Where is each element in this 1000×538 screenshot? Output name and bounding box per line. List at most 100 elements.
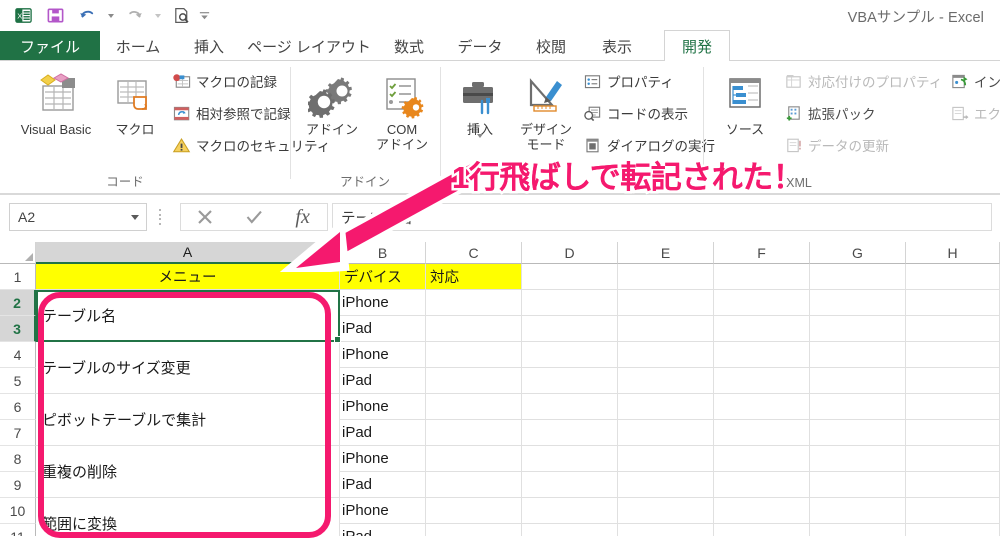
cell-C4[interactable]: [426, 342, 522, 368]
expansion-packs-button[interactable]: 拡張パック: [784, 103, 876, 123]
cell-E9[interactable]: [618, 472, 714, 498]
cell-F6[interactable]: [714, 394, 810, 420]
column-header-G[interactable]: G: [810, 242, 906, 264]
cell-B11[interactable]: iPad: [340, 524, 426, 536]
row-header-1[interactable]: 1: [0, 264, 36, 290]
undo-dropdown-icon[interactable]: [104, 3, 117, 28]
cell-H6[interactable]: [906, 394, 1000, 420]
cell-G4[interactable]: [810, 342, 906, 368]
row-header-5[interactable]: 5: [0, 368, 36, 394]
cell-C2[interactable]: [426, 290, 522, 316]
cell-G7[interactable]: [810, 420, 906, 446]
cell-D6[interactable]: [522, 394, 618, 420]
cell-D8[interactable]: [522, 446, 618, 472]
cell-H3[interactable]: [906, 316, 1000, 342]
view-code-button[interactable]: コードの表示: [583, 103, 688, 123]
cell-F2[interactable]: [714, 290, 810, 316]
export-button[interactable]: エクスポート: [950, 103, 1000, 123]
cell-G6[interactable]: [810, 394, 906, 420]
formula-bar-grip[interactable]: [158, 209, 162, 225]
cell-E5[interactable]: [618, 368, 714, 394]
select-all-corner[interactable]: [0, 242, 36, 264]
cell-G9[interactable]: [810, 472, 906, 498]
row-header-4[interactable]: 4: [0, 342, 36, 368]
cell-H10[interactable]: [906, 498, 1000, 524]
cell-B9[interactable]: iPad: [340, 472, 426, 498]
redo-dropdown-icon[interactable]: [151, 3, 164, 28]
cell-B8[interactable]: iPhone: [340, 446, 426, 472]
cell-C9[interactable]: [426, 472, 522, 498]
row-header-3[interactable]: 3: [0, 316, 36, 342]
cell-E8[interactable]: [618, 446, 714, 472]
cell-G3[interactable]: [810, 316, 906, 342]
cell-C5[interactable]: [426, 368, 522, 394]
visual-basic-button[interactable]: Visual Basic: [10, 65, 102, 137]
cell-G2[interactable]: [810, 290, 906, 316]
cell-B2[interactable]: iPhone: [340, 290, 426, 316]
row-header-8[interactable]: 8: [0, 446, 36, 472]
cell-D11[interactable]: [522, 524, 618, 536]
tab-ribbon-6[interactable]: 表示: [584, 31, 650, 61]
cell-A10[interactable]: 範囲に変換: [36, 498, 340, 536]
cell-H11[interactable]: [906, 524, 1000, 536]
tab-ribbon-2[interactable]: ページ レイアウト: [242, 31, 376, 61]
cell-D4[interactable]: [522, 342, 618, 368]
design-mode-button[interactable]: デザイン モード: [513, 65, 579, 152]
cancel-icon[interactable]: [183, 204, 227, 230]
cell-E2[interactable]: [618, 290, 714, 316]
undo-icon[interactable]: [72, 3, 102, 28]
cell-E10[interactable]: [618, 498, 714, 524]
cell-F9[interactable]: [714, 472, 810, 498]
cell-F7[interactable]: [714, 420, 810, 446]
enter-icon[interactable]: [232, 204, 276, 230]
cell-H2[interactable]: [906, 290, 1000, 316]
cell-G5[interactable]: [810, 368, 906, 394]
row-header-2[interactable]: 2: [0, 290, 36, 316]
row-header-10[interactable]: 10: [0, 498, 36, 524]
cell-F8[interactable]: [714, 446, 810, 472]
tab-ribbon-1[interactable]: 挿入: [176, 31, 242, 61]
cell-H4[interactable]: [906, 342, 1000, 368]
cell-A8[interactable]: 重複の削除: [36, 446, 340, 498]
name-box[interactable]: A2: [9, 203, 147, 231]
source-button[interactable]: ソース: [712, 65, 778, 137]
cell-B5[interactable]: iPad: [340, 368, 426, 394]
tab-ribbon-0[interactable]: ホーム: [100, 31, 176, 61]
cell-F3[interactable]: [714, 316, 810, 342]
column-header-D[interactable]: D: [522, 242, 618, 264]
cell-F4[interactable]: [714, 342, 810, 368]
cell-B4[interactable]: iPhone: [340, 342, 426, 368]
cell-H5[interactable]: [906, 368, 1000, 394]
print-preview-icon[interactable]: [166, 3, 196, 28]
cell-F5[interactable]: [714, 368, 810, 394]
tab-ribbon-4[interactable]: データ: [442, 31, 518, 61]
insert-control-button[interactable]: 挿入: [447, 65, 513, 156]
column-header-H[interactable]: H: [906, 242, 1000, 264]
cell-H1[interactable]: [906, 264, 1000, 290]
cell-F1[interactable]: [714, 264, 810, 290]
tab-developer[interactable]: 開発: [664, 30, 730, 61]
com-add-ins-button[interactable]: COM アドイン: [367, 65, 437, 152]
cell-F10[interactable]: [714, 498, 810, 524]
cell-C11[interactable]: [426, 524, 522, 536]
cell-D1[interactable]: [522, 264, 618, 290]
cell-D5[interactable]: [522, 368, 618, 394]
cell-D9[interactable]: [522, 472, 618, 498]
cell-H9[interactable]: [906, 472, 1000, 498]
tab-ribbon-3[interactable]: 数式: [376, 31, 442, 61]
cell-E7[interactable]: [618, 420, 714, 446]
cell-A4[interactable]: テーブルのサイズ変更: [36, 342, 340, 394]
cell-H7[interactable]: [906, 420, 1000, 446]
customize-qat-icon[interactable]: [198, 3, 211, 28]
cell-C6[interactable]: [426, 394, 522, 420]
cell-G11[interactable]: [810, 524, 906, 536]
cell-D7[interactable]: [522, 420, 618, 446]
cell-A2[interactable]: テーブル名: [36, 290, 340, 342]
row-header-7[interactable]: 7: [0, 420, 36, 446]
redo-icon[interactable]: [119, 3, 149, 28]
cell-E4[interactable]: [618, 342, 714, 368]
cell-F11[interactable]: [714, 524, 810, 536]
map-properties-button[interactable]: 対応付けのプロパティ: [784, 71, 942, 91]
cell-A6[interactable]: ピボットテーブルで集計: [36, 394, 340, 446]
cell-C7[interactable]: [426, 420, 522, 446]
